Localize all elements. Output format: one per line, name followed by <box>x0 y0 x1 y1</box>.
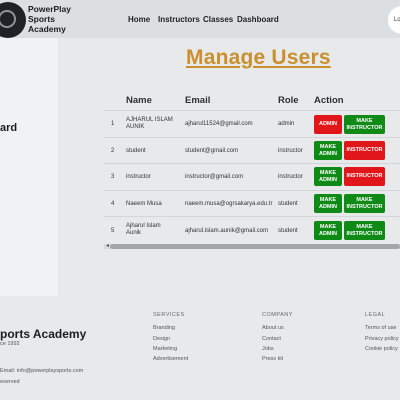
make-admin-button[interactable]: MAKE ADMIN <box>314 141 342 160</box>
footer-link-about[interactable]: About us <box>262 325 284 331</box>
page-title: Manage Users <box>186 46 331 69</box>
nav-home[interactable]: Home <box>128 15 150 24</box>
sidebar-title: ard <box>0 122 18 134</box>
divider <box>104 110 400 111</box>
make-instructor-button[interactable]: MAKE INSTRUCTOR <box>344 221 385 240</box>
footer-link-design[interactable]: Design <box>153 336 170 342</box>
row-email: student@gmail.com <box>185 148 239 154</box>
admin-button[interactable]: ADMIN <box>314 115 342 134</box>
row-index: 1 <box>111 121 115 127</box>
divider <box>104 190 400 191</box>
divider <box>104 137 400 138</box>
row-index: 2 <box>111 148 115 154</box>
footer-since: ce 1992 <box>0 341 20 347</box>
footer-link-terms[interactable]: Terms of use <box>365 325 396 331</box>
footer-company-title: COMPANY <box>262 312 293 318</box>
logo-icon[interactable] <box>0 2 26 38</box>
footer-link-privacy[interactable]: Privacy policy <box>365 336 399 342</box>
row-role: student <box>278 228 298 234</box>
row-name: student <box>126 148 146 154</box>
row-name: AJHARUL ISLAM AUNIK <box>126 117 173 130</box>
make-instructor-button[interactable]: MAKE INSTRUCTOR <box>344 115 385 134</box>
row-name: Ajharul Islam Aunik <box>126 223 161 236</box>
instructor-button[interactable]: INSTRUCTOR <box>344 141 385 160</box>
sidebar: ard <box>0 38 58 296</box>
make-admin-button[interactable]: MAKE ADMIN <box>314 221 342 240</box>
nav-dashboard[interactable]: Dashboard <box>237 15 279 24</box>
nav-classes[interactable]: Classes <box>203 15 233 24</box>
row-index: 4 <box>111 201 115 207</box>
column-header-role: Role <box>278 95 299 106</box>
horizontal-scrollbar[interactable] <box>104 244 400 249</box>
footer-link-jobs[interactable]: Jobs <box>262 346 274 352</box>
login-button[interactable]: Lo <box>388 6 400 34</box>
row-email: ajharul11524@gmail.com <box>185 121 253 127</box>
make-admin-button[interactable]: MAKE ADMIN <box>314 194 342 213</box>
footer-link-cookie[interactable]: Cookie policy <box>365 346 398 352</box>
row-role: instructor <box>278 174 303 180</box>
nav-instructors[interactable]: Instructors <box>158 15 200 24</box>
row-index: 3 <box>111 174 115 180</box>
row-index: 5 <box>111 228 115 234</box>
row-name: instructor <box>126 174 151 180</box>
navbar: PowerPlay Sports Academy Home Instructor… <box>0 0 400 38</box>
footer-link-advertisement[interactable]: Advertisement <box>153 356 188 362</box>
row-name: Naeem Musa <box>126 201 162 207</box>
row-role: student <box>278 201 298 207</box>
column-header-name: Name <box>126 95 152 106</box>
footer-legal-title: LEGAL <box>365 312 386 318</box>
row-email: naeem.musa@ogrsakarya.edu.tr <box>185 201 273 207</box>
instructor-button[interactable]: INSTRUCTOR <box>344 167 385 186</box>
logo-ring <box>0 10 16 28</box>
row-email: instructor@gmail.com <box>185 174 244 180</box>
make-instructor-button[interactable]: MAKE INSTRUCTOR <box>344 194 385 213</box>
divider <box>104 216 400 217</box>
column-header-action: Action <box>314 95 344 106</box>
footer-link-branding[interactable]: Branding <box>153 325 175 331</box>
row-role: admin <box>278 121 295 127</box>
scrollbar-thumb[interactable] <box>110 244 400 249</box>
row-email: ajharul.islam.aunik@gmail.com <box>185 228 269 234</box>
footer-link-contact[interactable]: Contact <box>262 336 281 342</box>
footer-link-marketing[interactable]: Marketing <box>153 346 177 352</box>
chevron-left-icon[interactable]: ◂ <box>106 242 109 249</box>
brand-name[interactable]: PowerPlay Sports Academy <box>28 4 88 34</box>
footer-link-press[interactable]: Press kit <box>262 356 283 362</box>
footer-rights: eserved <box>0 379 20 385</box>
row-role: instructor <box>278 148 303 154</box>
footer-services-title: SERVICES <box>153 312 185 318</box>
make-admin-button[interactable]: MAKE ADMIN <box>314 167 342 186</box>
column-header-email: Email <box>185 95 211 106</box>
divider <box>104 163 400 164</box>
footer-email: Email: info@powerplaysports.com <box>0 368 84 374</box>
footer-brand: ports Academy <box>0 327 87 341</box>
